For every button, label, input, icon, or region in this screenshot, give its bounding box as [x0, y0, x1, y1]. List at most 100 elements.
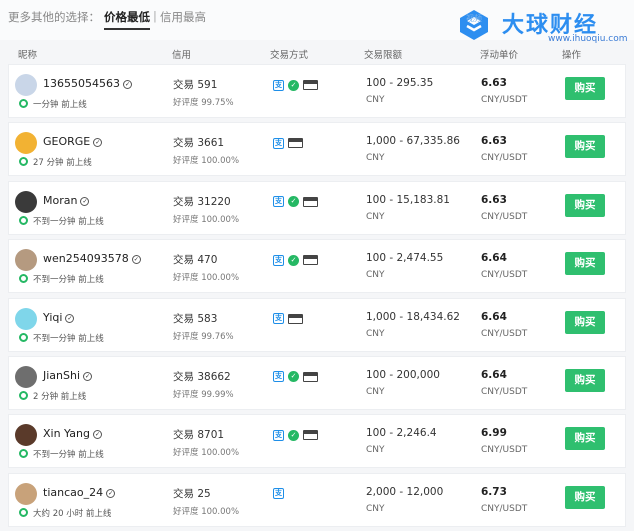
payment-methods: 支 ✓	[273, 79, 318, 91]
verified-icon: ✓	[131, 255, 141, 265]
seller-row: JianShi ✓ 2 分钟 前上线 交易 38662 好评度 99.99% 支 ✓ 100 …	[8, 355, 626, 410]
avatar[interactable]	[15, 424, 37, 447]
seller-name[interactable]: Moran ✓	[43, 194, 90, 207]
seller-row: tiancao_24 ✓ 大约 20 小时 前上线 交易 25 好评度 100.00% 支…	[8, 472, 626, 527]
trade-count: 交易 38662	[173, 370, 231, 383]
buy-button[interactable]: 购买	[565, 485, 605, 509]
seller-name[interactable]: wen254093578 ✓	[43, 252, 141, 265]
limit-currency: CNY	[366, 95, 385, 105]
rating: 好评度 99.76%	[173, 331, 234, 342]
seller-name[interactable]: JianShi ✓	[43, 369, 93, 382]
last-online: 不到一分钟 前上线	[33, 275, 104, 286]
price-unit: CNY/USDT	[481, 270, 528, 281]
last-online: 27 分钟 前上线	[33, 158, 92, 169]
tab-lowest-price[interactable]: 价格最低	[104, 9, 150, 25]
seller-name[interactable]: Yiqi ✓	[43, 311, 75, 324]
online-status-icon	[19, 449, 28, 459]
wechat-pay-icon: ✓	[288, 371, 299, 383]
rating: 好评度 100.00%	[173, 273, 240, 284]
avatar[interactable]	[15, 74, 37, 96]
last-online: 一分钟 前上线	[33, 100, 87, 110]
avatar[interactable]	[15, 307, 37, 330]
trade-limit: 1,000 - 67,335.86	[366, 135, 460, 148]
last-online: 不到一分钟 前上线	[33, 333, 104, 344]
header-action: 操作	[562, 50, 582, 61]
unit-price: 6.63	[481, 77, 507, 89]
table-header: 昵称 信用 交易方式 交易限额 浮动单价 操作	[0, 44, 634, 62]
online-status-icon	[19, 507, 28, 517]
avatar[interactable]	[15, 365, 37, 388]
avatar[interactable]	[15, 482, 37, 505]
buy-button[interactable]: 购买	[565, 368, 605, 392]
buy-button[interactable]: 购买	[565, 310, 605, 334]
seller-name[interactable]: GEORGE ✓	[43, 135, 103, 148]
verified-icon: ✓	[83, 371, 93, 381]
logo-url: www.ihuoqiu.com	[548, 34, 628, 44]
alipay-icon: 支	[273, 254, 284, 266]
filter-bar: 更多其他的选择： 价格最低 | 信用最高 视频 大球财经 www.ihuoqiu…	[0, 0, 634, 44]
trade-limit: 2,000 - 12,000	[366, 485, 444, 498]
avatar[interactable]	[15, 249, 37, 272]
seller-name-text[interactable]: JianShi	[43, 369, 80, 382]
logo-small-text: 视频	[466, 14, 482, 23]
unit-price: 6.64	[481, 252, 507, 265]
price-unit: CNY/USDT	[481, 328, 528, 339]
header-price: 浮动单价	[480, 50, 519, 61]
tab-highest-credit[interactable]: 信用最高	[160, 9, 206, 25]
seller-name[interactable]: tiancao_24 ✓	[43, 486, 116, 499]
seller-row: 13655054563 ✓ 一分钟 前上线 交易 591 好评度 99.75% 支 ✓ 100…	[8, 64, 626, 118]
seller-list: 13655054563 ✓ 一分钟 前上线 交易 591 好评度 99.75% 支 ✓ 100…	[8, 64, 626, 531]
watermark-logo: 视频 大球财经 www.ihuoqiu.com	[456, 4, 628, 44]
alipay-icon: 支	[273, 137, 284, 149]
online-status-icon	[19, 332, 28, 342]
limit-currency: CNY	[366, 445, 385, 456]
trade-limit: 100 - 2,474.55	[366, 252, 444, 265]
buy-button[interactable]: 购买	[565, 77, 605, 100]
bank-card-icon	[303, 196, 318, 207]
buy-button[interactable]: 购买	[565, 193, 605, 217]
verified-icon: ✓	[92, 430, 102, 440]
unit-price: 6.64	[481, 368, 507, 381]
seller-name[interactable]: Xin Yang ✓	[43, 427, 102, 440]
alipay-icon: 支	[273, 313, 284, 325]
limit-currency: CNY	[366, 503, 385, 514]
seller-name[interactable]: 13655054563 ✓	[43, 77, 132, 90]
payment-methods: 支 ✓	[273, 429, 318, 441]
trade-count: 交易 470	[173, 254, 218, 267]
verified-icon: ✓	[80, 196, 90, 206]
bank-card-icon	[303, 80, 318, 90]
payment-methods: 支 ✓	[273, 371, 318, 383]
buy-button[interactable]: 购买	[565, 427, 605, 451]
seller-name-text[interactable]: Yiqi	[43, 311, 62, 324]
rating: 好评度 100.00%	[173, 214, 240, 225]
trade-limit: 100 - 200,000	[366, 368, 440, 381]
seller-name-text[interactable]: GEORGE	[43, 135, 90, 148]
header-nickname: 昵称	[18, 50, 38, 61]
seller-name-text[interactable]: tiancao_24	[43, 486, 103, 499]
verified-icon: ✓	[93, 138, 103, 148]
avatar[interactable]	[15, 190, 37, 213]
header-payment: 交易方式	[270, 50, 309, 61]
rating: 好评度 100.00%	[173, 156, 240, 167]
buy-button[interactable]: 购买	[565, 252, 605, 276]
price-unit: CNY/USDT	[481, 211, 528, 222]
payment-methods: 支 ✓	[273, 196, 318, 208]
seller-name-text[interactable]: Moran	[43, 194, 77, 207]
limit-currency: CNY	[366, 211, 385, 222]
last-online: 大约 20 小时 前上线	[33, 508, 112, 519]
trade-limit: 100 - 15,183.81	[366, 193, 450, 206]
seller-name-text[interactable]: 13655054563	[43, 77, 120, 90]
trade-count: 交易 31220	[173, 195, 231, 208]
seller-name-text[interactable]: wen254093578	[43, 252, 129, 265]
buy-button[interactable]: 购买	[565, 135, 605, 159]
online-status-icon	[19, 390, 28, 400]
payment-methods: 支	[273, 488, 284, 500]
trade-count: 交易 591	[173, 79, 218, 91]
unit-price: 6.63	[481, 135, 507, 148]
avatar[interactable]	[15, 132, 37, 155]
unit-price: 6.63	[481, 193, 507, 206]
seller-name-text[interactable]: Xin Yang	[43, 427, 90, 440]
seller-row: wen254093578 ✓ 不到一分钟 前上线 交易 470 好评度 100.00% 支…	[8, 239, 626, 294]
limit-currency: CNY	[366, 153, 385, 164]
online-status-icon	[19, 99, 28, 108]
